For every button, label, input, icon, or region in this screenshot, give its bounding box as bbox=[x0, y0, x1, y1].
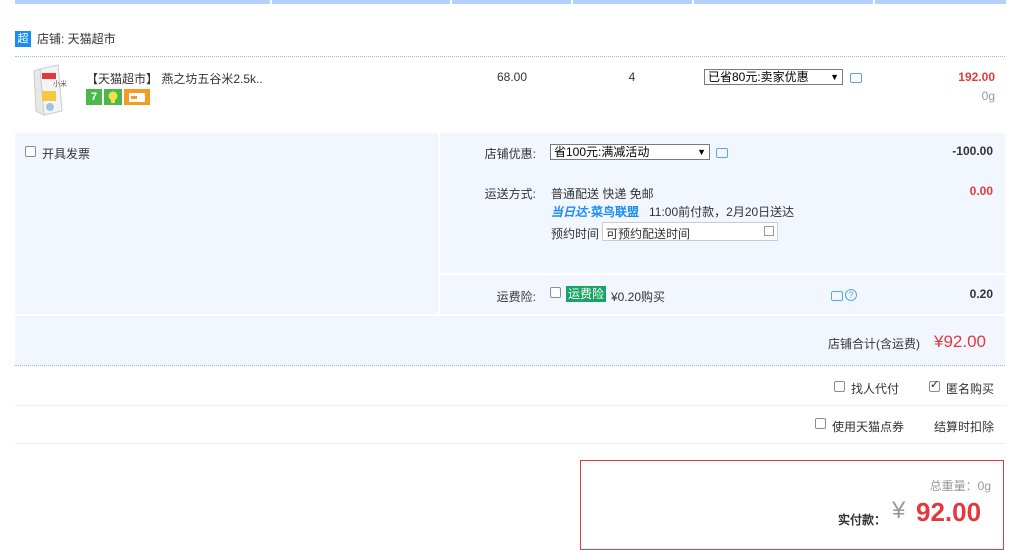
calendar-icon[interactable] bbox=[764, 226, 774, 236]
dropdown-arrow-icon: ▼ bbox=[830, 72, 839, 82]
item-weight: 0g bbox=[981, 89, 995, 103]
credit-card-icon[interactable] bbox=[124, 89, 150, 105]
shipping-amount: 0.00 bbox=[969, 184, 993, 198]
seven-day-return-badge[interactable]: 7 bbox=[86, 89, 102, 105]
guarantee-icon[interactable] bbox=[104, 89, 122, 105]
unit-price: 68.00 bbox=[496, 70, 528, 84]
pay-currency: ¥ bbox=[892, 497, 906, 524]
insurance-badge: 运费险 bbox=[566, 286, 607, 302]
shipping-method: 普通配送 快递 免邮 bbox=[551, 187, 654, 201]
panel-separator bbox=[440, 273, 1005, 275]
item-promo-select[interactable]: 已省80元:卖家优惠 ▼ bbox=[704, 69, 843, 85]
cainiao-label: 菜鸟联盟 bbox=[591, 205, 640, 219]
appointment-placeholder: 可预约配送时间 bbox=[606, 227, 691, 241]
quantity: 4 bbox=[628, 70, 636, 84]
pay-label: 实付款： bbox=[838, 513, 887, 527]
dropdown-arrow-icon: ▼ bbox=[697, 147, 706, 157]
divider bbox=[15, 405, 1005, 406]
anonymous-checkbox[interactable] bbox=[929, 378, 940, 392]
shop-total-amount: 92.00 bbox=[943, 332, 987, 351]
total-weight: 总重量：0g bbox=[930, 477, 991, 494]
store-discount-select[interactable]: 省100元:满减活动 ▼ bbox=[550, 144, 710, 160]
pay-amount: 92.00 bbox=[916, 497, 982, 527]
divider bbox=[15, 365, 1005, 366]
insurance-label: 运费险: bbox=[496, 290, 536, 304]
chat-icon[interactable] bbox=[716, 148, 728, 158]
insurance-price: ¥0.20购买 bbox=[611, 290, 666, 304]
shop-total-label: 店铺合计(含运费) bbox=[828, 337, 920, 351]
anonymous-label: 匿名购买 bbox=[946, 382, 995, 396]
store-discount-amount: -100.00 bbox=[952, 144, 993, 158]
total-weight-value: 0g bbox=[977, 479, 991, 493]
chat-icon[interactable] bbox=[850, 73, 862, 83]
appointment-time-input[interactable]: 可预约配送时间 bbox=[602, 222, 778, 241]
deduct-note: 结算时扣除 bbox=[934, 420, 995, 434]
insurance-amount: 0.20 bbox=[969, 287, 993, 301]
tmall-points-label: 使用天猫点券 bbox=[832, 420, 905, 434]
product-image[interactable]: 小米 bbox=[24, 63, 74, 117]
total-weight-label: 总重量： bbox=[929, 479, 978, 493]
shop-name[interactable]: 店铺: 天猫超市 bbox=[37, 31, 116, 47]
shop-total: ¥92.00 bbox=[934, 332, 986, 352]
insurance-checkbox[interactable] bbox=[550, 287, 561, 298]
invoice-label: 开具发票 bbox=[42, 147, 91, 161]
same-day-logo: 当日达·菜鸟联盟 bbox=[551, 203, 639, 220]
product-image-text: 小米 bbox=[53, 81, 67, 88]
order-options-panel bbox=[15, 133, 1005, 365]
shipping-label: 运送方式: bbox=[484, 187, 536, 201]
store-discount-label: 店铺优惠: bbox=[484, 147, 536, 161]
item-subtotal: 192.00 bbox=[958, 70, 995, 84]
divider bbox=[15, 443, 1005, 444]
tmall-supermarket-badge: 超 bbox=[15, 31, 31, 47]
divider bbox=[15, 56, 1005, 57]
tmall-points-checkbox[interactable] bbox=[815, 418, 826, 429]
appointment-label: 预约时间 bbox=[551, 227, 600, 241]
invoice-checkbox[interactable] bbox=[25, 146, 36, 157]
panel-separator bbox=[15, 314, 1005, 316]
help-icon[interactable]: ? bbox=[845, 289, 857, 301]
chat-icon[interactable] bbox=[831, 291, 843, 301]
delivery-promise: 11:00前付款，2月20日送达 bbox=[649, 205, 795, 219]
product-title[interactable]: 【天猫超市】 燕之坊五谷米2.5k.. bbox=[86, 70, 263, 87]
same-day-label: 当日达 bbox=[551, 205, 588, 219]
proxy-pay-checkbox[interactable] bbox=[834, 381, 845, 392]
proxy-pay-label: 找人代付 bbox=[851, 382, 900, 396]
table-header-bar bbox=[15, 0, 1006, 4]
